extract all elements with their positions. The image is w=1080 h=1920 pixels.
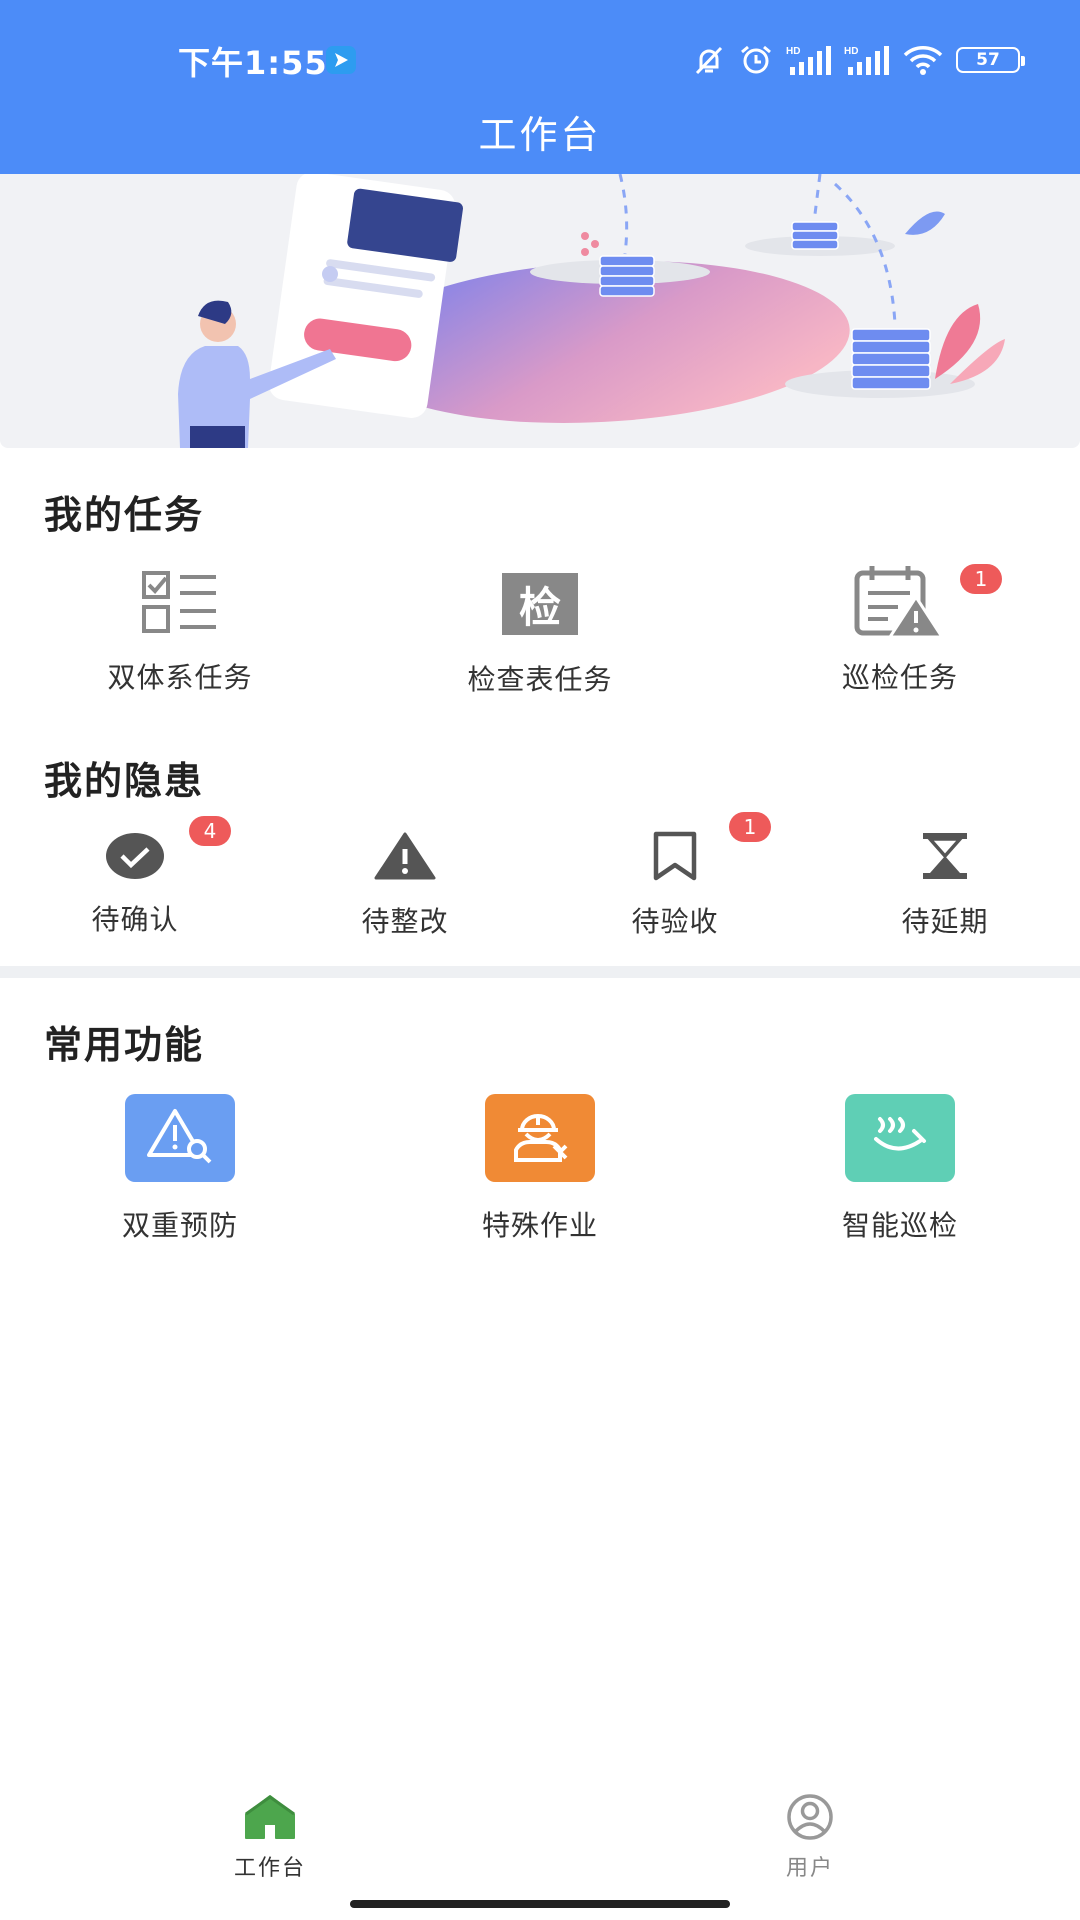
calendar-warning-icon — [852, 563, 948, 645]
check-circle-icon — [105, 832, 165, 884]
function-smart-patrol[interactable]: 智能巡检 — [800, 1094, 1000, 1244]
hazard-badge: 1 — [729, 812, 771, 842]
hazard-label: 待确认 — [91, 903, 179, 936]
app-header: 下午1:55 HD HD 57 工作台 — [0, 0, 1080, 174]
hazard-pending-rectify[interactable]: 待整改 — [325, 828, 485, 940]
dual-prevention-tile — [125, 1094, 235, 1182]
wifi-icon — [902, 43, 944, 77]
task-badge: 1 — [960, 564, 1002, 594]
section-divider — [0, 966, 1080, 978]
function-dual-prevention[interactable]: 双重预防 — [80, 1094, 280, 1244]
svg-text:HD: HD — [844, 46, 858, 57]
hourglass-icon — [920, 831, 970, 885]
banner-illustration[interactable] — [0, 174, 1080, 448]
hazard-pending-accept[interactable]: 1 待验收 — [595, 812, 771, 940]
bookmark-icon — [651, 830, 699, 886]
home-indicator[interactable] — [350, 1900, 730, 1908]
task-patrol[interactable]: 1 巡检任务 — [800, 560, 1002, 696]
nav-item-workbench[interactable]: 工作台 — [190, 1794, 350, 1882]
warning-search-icon — [145, 1107, 215, 1169]
hazard-badge: 4 — [189, 816, 231, 846]
hazard-label: 待整改 — [361, 905, 449, 938]
signal-hd-icon: HD — [786, 43, 832, 77]
task-dual-system[interactable]: 双体系任务 — [80, 560, 280, 696]
section-title-functions: 常用功能 — [44, 1023, 205, 1067]
status-bar: 下午1:55 HD HD 57 — [0, 0, 1080, 100]
special-work-tile — [485, 1094, 595, 1182]
hazard-pending-confirm[interactable]: 4 待确认 — [55, 816, 231, 938]
alarm-icon — [738, 43, 774, 77]
warning-triangle-icon — [374, 832, 436, 884]
function-special-work[interactable]: 特殊作业 — [440, 1094, 640, 1244]
section-title-hazards: 我的隐患 — [44, 759, 205, 803]
nav-item-user[interactable]: 用户 — [730, 1794, 890, 1882]
task-label: 巡检任务 — [841, 661, 958, 694]
hazard-label: 待验收 — [631, 905, 719, 938]
function-label: 双重预防 — [121, 1209, 238, 1242]
function-label: 特殊作业 — [481, 1209, 598, 1242]
nav-label: 用户 — [785, 1856, 834, 1881]
hazard-pending-extend[interactable]: 待延期 — [865, 828, 1025, 940]
task-label: 检查表任务 — [467, 663, 613, 696]
smart-patrol-tile — [845, 1094, 955, 1182]
user-icon — [783, 1794, 837, 1844]
mute-bell-icon — [692, 43, 726, 77]
page-title: 工作台 — [478, 113, 602, 157]
task-checklist[interactable]: 检 检查表任务 — [440, 560, 640, 698]
svg-text:HD: HD — [786, 46, 800, 57]
status-icons: HD HD 57 — [692, 42, 1025, 78]
checklist-icon — [140, 569, 220, 639]
function-label: 智能巡检 — [841, 1209, 958, 1242]
status-time: 下午1:55 — [178, 44, 328, 82]
patrol-wave-icon — [870, 1111, 930, 1165]
section-title-tasks: 我的任务 — [44, 493, 205, 537]
notification-app-icon — [326, 46, 356, 74]
worker-helmet-icon — [508, 1108, 572, 1168]
inspect-char-icon: 检 — [502, 573, 578, 635]
hazard-label: 待延期 — [901, 905, 989, 938]
home-icon — [244, 1794, 296, 1844]
task-label: 双体系任务 — [107, 661, 253, 694]
battery-icon: 57 — [956, 47, 1025, 73]
nav-label: 工作台 — [233, 1856, 306, 1881]
signal-hd-icon-2: HD — [844, 43, 890, 77]
banner-image — [178, 174, 1005, 448]
